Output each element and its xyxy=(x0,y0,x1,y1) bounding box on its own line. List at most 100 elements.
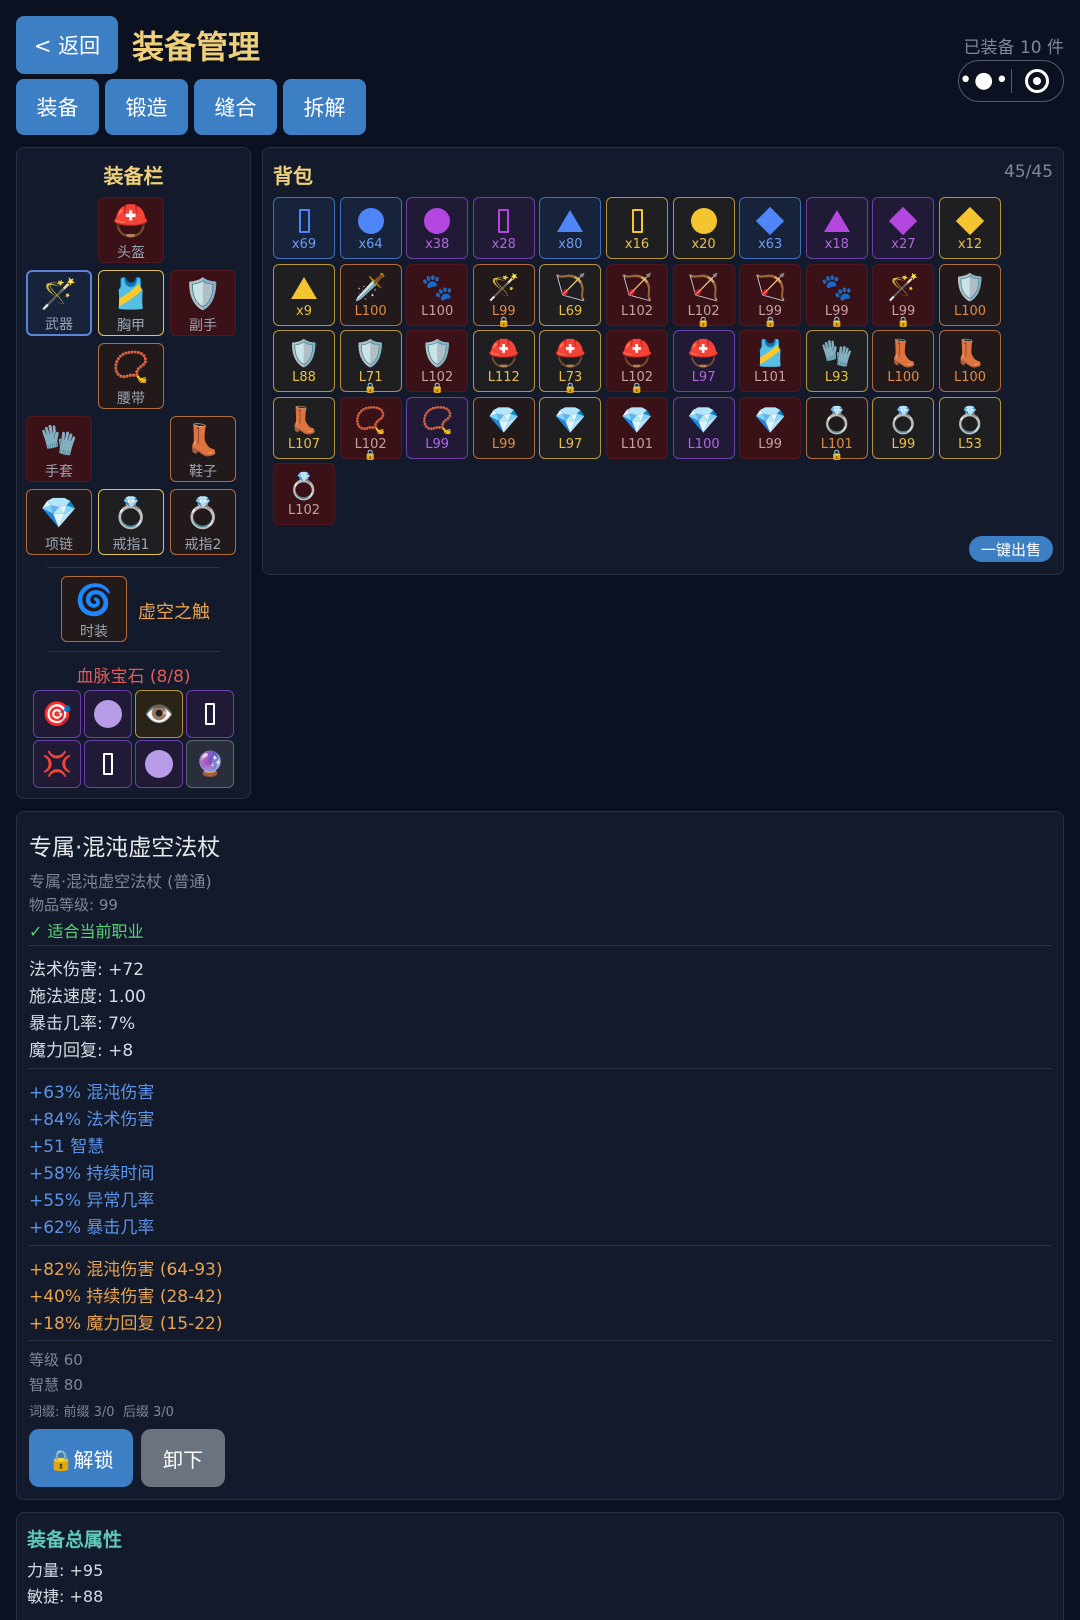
slot-fashion[interactable]: 🌀 时装 xyxy=(61,576,127,642)
circle-shape xyxy=(357,208,384,234)
close-target-icon[interactable] xyxy=(1012,69,1064,93)
bloodline-gem[interactable] xyxy=(84,740,132,788)
backpack-item[interactable]: 🧤 L93 xyxy=(805,330,868,393)
slot-chest[interactable]: 🎽 胸甲 xyxy=(98,270,164,336)
backpack-item[interactable]: x38 xyxy=(406,197,469,259)
backpack-item[interactable]: ⛑️ L97 xyxy=(672,330,735,393)
backpack-item[interactable]: ⛑️ L112 xyxy=(472,330,535,393)
item-name: 专属·混沌虚空法杖 xyxy=(29,835,221,861)
item-icon: 🏹 xyxy=(554,272,587,303)
backpack-item[interactable]: 💎 L97 xyxy=(539,396,602,459)
slot-boots[interactable]: 👢 鞋子 xyxy=(170,416,236,482)
item-icon: 🎽 xyxy=(754,339,787,370)
backpack-item[interactable]: 🏹 L69 xyxy=(539,263,602,326)
backpack-item[interactable]: 💍 L101 🔒 xyxy=(805,396,868,461)
bloodline-gem[interactable] xyxy=(135,740,183,788)
backpack-item[interactable]: x16 xyxy=(606,197,668,259)
unlock-button[interactable]: 🔒解锁 xyxy=(29,1429,133,1487)
backpack-item[interactable]: ⛑️ L73 🔒 xyxy=(539,330,602,394)
backpack-item[interactable]: 👢 L100 xyxy=(872,330,935,393)
bloodline-gem[interactable]: 👁️ xyxy=(135,690,183,738)
circle-gem-icon xyxy=(145,750,173,778)
bloodline-gem[interactable]: 💢 xyxy=(33,740,81,788)
backpack-item[interactable]: 🛡️ L88 xyxy=(273,330,335,393)
bloodline-gem[interactable] xyxy=(186,690,234,738)
backpack-item[interactable]: x12 xyxy=(939,197,1001,259)
backpack-item[interactable]: 🛡️ L102 🔒 xyxy=(406,330,469,394)
item-icon: 📿 xyxy=(421,405,454,436)
backpack-item[interactable]: 🎽 L101 xyxy=(739,330,802,393)
backpack-item[interactable]: 🗡️ L100 xyxy=(339,263,402,326)
item-label: x20 xyxy=(691,237,716,252)
backpack-item[interactable]: x63 xyxy=(739,197,802,259)
lock-icon: 🔒 xyxy=(697,316,710,328)
item-label: L100 xyxy=(687,436,720,452)
item-label: L99 xyxy=(891,436,916,452)
back-button[interactable]: < 返回 xyxy=(16,16,118,74)
slot-label: 戒指1 xyxy=(112,537,150,553)
unequip-button[interactable]: 卸下 xyxy=(141,1429,225,1487)
item-label: L101 xyxy=(754,370,787,386)
backpack-item[interactable]: 🪄 L99 🔒 xyxy=(872,263,935,328)
circle-shape xyxy=(424,208,451,234)
backpack-item[interactable]: 📿 L99 xyxy=(406,396,469,459)
backpack-item[interactable]: 🐾 L99 🔒 xyxy=(805,263,868,328)
item-icon: ⛑️ xyxy=(620,339,654,370)
divider xyxy=(29,1245,1051,1246)
item-icon: 💎 xyxy=(687,405,720,436)
slot-weapon[interactable]: 🪄 武器 xyxy=(26,270,92,336)
backpack-item[interactable]: 💎 L100 xyxy=(672,396,735,459)
backpack-item[interactable]: 💎 L101 xyxy=(606,396,668,459)
slot-offhand[interactable]: 🛡️ 副手 xyxy=(170,270,236,336)
backpack-item[interactable]: 🏹 L102 xyxy=(606,263,668,326)
backpack-item[interactable]: x20 xyxy=(672,197,735,259)
backpack-item[interactable]: 👢 L100 xyxy=(939,330,1001,393)
item-label: L100 xyxy=(953,303,987,319)
item-icon: 💎 xyxy=(554,405,587,436)
item-icon: 🧤 xyxy=(820,339,853,370)
tab-stitch[interactable]: 缝合 xyxy=(194,79,277,135)
backpack-item[interactable]: 🏹 L102 🔒 xyxy=(672,263,735,328)
slot-helmet[interactable]: ⛑️ 头盔 xyxy=(98,197,164,263)
backpack-item[interactable]: x28 xyxy=(472,197,535,259)
backpack-item[interactable]: x18 xyxy=(805,197,868,259)
backpack-item[interactable]: 🐾 L100 xyxy=(406,263,469,326)
slot-necklace[interactable]: 💎 项链 xyxy=(26,489,92,555)
item-label: x12 xyxy=(957,237,983,252)
slot-ring2[interactable]: 💍 戒指2 xyxy=(170,489,236,555)
backpack-item[interactable]: 💎 L99 xyxy=(472,396,535,459)
more-icon[interactable]: •●• xyxy=(959,70,1011,92)
backpack-item[interactable]: 👢 L107 xyxy=(273,396,335,459)
equipment-title: 装备栏 xyxy=(103,164,164,188)
item-icon: 🛡️ xyxy=(421,339,454,370)
base-stat: 暴击几率: 7% xyxy=(29,1014,136,1034)
item-label: L100 xyxy=(953,370,987,386)
backpack-item[interactable]: 💍 L53 xyxy=(939,396,1001,459)
backpack-item[interactable]: 🪄 L99 🔒 xyxy=(472,263,535,328)
bloodline-gem[interactable]: 🔮 xyxy=(186,740,234,788)
backpack-item[interactable]: ⛑️ L102 🔒 xyxy=(606,330,668,394)
backpack-item[interactable]: 💍 L102 xyxy=(273,463,335,526)
backpack-item[interactable]: x69 xyxy=(273,197,335,259)
tri-shape xyxy=(557,210,584,232)
backpack-item[interactable]: 🛡️ L71 🔒 xyxy=(339,330,402,394)
backpack-item[interactable]: x9 xyxy=(273,263,335,326)
slot-belt[interactable]: 📿 腰带 xyxy=(98,343,164,409)
backpack-item[interactable]: 💍 L99 xyxy=(872,396,935,459)
backpack-item[interactable]: 📿 L102 🔒 xyxy=(339,396,402,461)
backpack-item[interactable]: 🛡️ L100 xyxy=(939,263,1001,326)
sell-all-button[interactable]: 一键出售 xyxy=(969,536,1053,562)
slot-gloves[interactable]: 🧤 手套 xyxy=(26,416,92,482)
lock-icon: 🔒 xyxy=(830,316,844,328)
tab-dismantle[interactable]: 拆解 xyxy=(283,79,366,135)
slot-ring1[interactable]: 💍 戒指1 xyxy=(98,489,164,555)
backpack-item[interactable]: x64 xyxy=(339,197,402,259)
backpack-item[interactable]: x27 xyxy=(872,197,935,259)
backpack-item[interactable]: x80 xyxy=(539,197,602,259)
backpack-item[interactable]: 🏹 L99 🔒 xyxy=(739,263,802,328)
backpack-item[interactable]: 💎 L99 xyxy=(739,396,802,459)
tab-forge[interactable]: 锻造 xyxy=(105,79,188,135)
tab-equip[interactable]: 装备 xyxy=(16,79,99,135)
bloodline-gem[interactable] xyxy=(84,690,132,738)
bloodline-gem[interactable]: 🎯 xyxy=(33,690,81,738)
